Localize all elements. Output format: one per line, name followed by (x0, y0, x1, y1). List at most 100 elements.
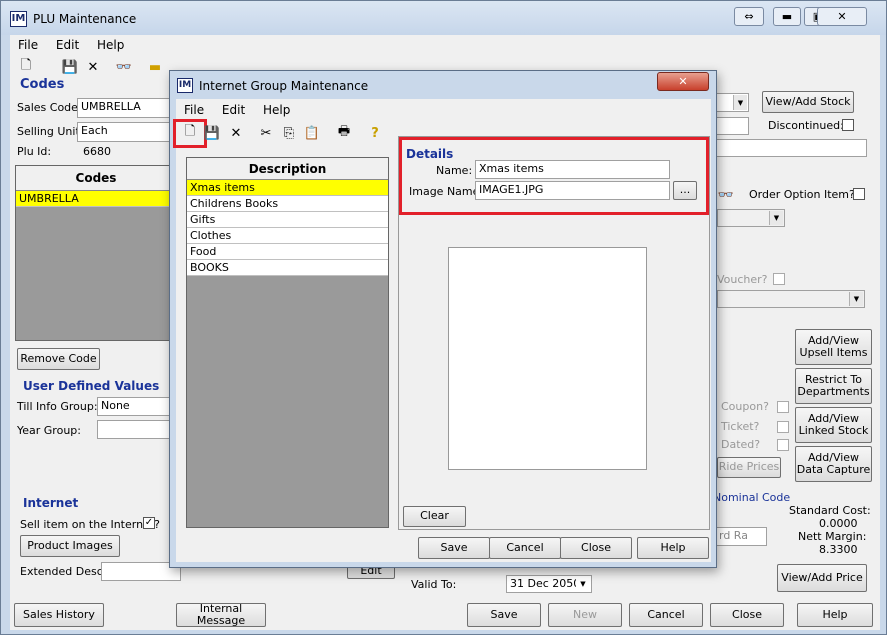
year-group-select[interactable] (97, 420, 177, 439)
paste-icon[interactable]: 📋 (303, 124, 321, 142)
udv-header: User Defined Values (23, 379, 160, 393)
view-add-stock-button[interactable]: View/Add Stock (762, 91, 854, 113)
data-capture-button[interactable]: Add/View Data Capture (795, 446, 872, 482)
selling-unit-label: Selling Unit: (17, 125, 84, 138)
description-row[interactable]: BOOKS (187, 260, 388, 276)
dialog-cancel-button[interactable]: Cancel (489, 537, 561, 559)
main-window-title: PLU Maintenance (33, 12, 137, 26)
description-row[interactable]: Childrens Books (187, 196, 388, 212)
order-option-checkbox[interactable] (853, 188, 865, 200)
dialog-save-button[interactable]: Save (418, 537, 490, 559)
browse-button[interactable]: ... (673, 181, 697, 200)
new-icon[interactable]: 🗋 (17, 58, 35, 76)
sales-code-input[interactable]: UMBRELLA (77, 98, 177, 118)
menu-file[interactable]: File (18, 38, 38, 52)
ride-prices-button[interactable]: Ride Prices (717, 457, 781, 478)
description-row[interactable]: Gifts (187, 212, 388, 228)
copy-icon[interactable]: ⎘ (280, 124, 298, 142)
dialog-help-button[interactable]: Help (637, 537, 709, 559)
till-info-label: Till Info Group: (17, 400, 98, 413)
dialog-menu-file[interactable]: File (184, 103, 204, 117)
discontinued-label: Discontinued: (768, 119, 844, 132)
main-menu-bar: File Edit Help (18, 38, 138, 52)
help-question-icon[interactable]: ? (366, 124, 384, 142)
order-option-combo[interactable]: ▼ (717, 209, 785, 227)
description-grid[interactable]: Description Xmas items Childrens Books Gif… (186, 157, 389, 528)
glasses-lookup-icon[interactable]: 👓 (717, 186, 735, 204)
cut-icon[interactable]: ✂ (257, 124, 275, 142)
glasses-icon[interactable]: 👓 (115, 58, 133, 76)
dated-checkbox[interactable] (777, 439, 789, 451)
nett-margin-label: Nett Margin: (798, 530, 867, 543)
codes-col-header: Codes (16, 166, 176, 191)
main-cancel-button[interactable]: Cancel (629, 603, 703, 627)
save-icon[interactable]: 💾 (61, 58, 79, 76)
view-add-price-button[interactable]: View/Add Price (777, 564, 867, 592)
discontinued-checkbox[interactable] (842, 119, 854, 131)
voucher-checkbox[interactable] (773, 273, 785, 285)
sales-history-button[interactable]: Sales History (14, 603, 104, 627)
dialog-menu-edit[interactable]: Edit (222, 103, 245, 117)
dialog-menu-help[interactable]: Help (263, 103, 290, 117)
nominal-code-tab[interactable]: Nominal Code (713, 491, 790, 504)
valid-to-date[interactable]: 31 Dec 2050 ▼ (506, 575, 592, 593)
restore-button[interactable]: ⇔ (734, 7, 764, 26)
description-row[interactable]: Food (187, 244, 388, 260)
internet-header: Internet (23, 496, 79, 510)
label-icon[interactable]: ▬ (146, 58, 164, 76)
till-info-select[interactable]: None (97, 397, 177, 416)
internet-group-dialog: IM Internet Group Maintenance ✕ File Edi… (169, 70, 717, 568)
coupon-label: Coupon? (721, 400, 769, 413)
chevron-down-icon: ▼ (576, 577, 590, 591)
upsell-items-button[interactable]: Add/View Upsell Items (795, 329, 872, 365)
voucher-combo[interactable]: ▼ (717, 290, 865, 308)
main-title-bar: IM PLU Maintenance ⇔ ▬ ▣ (1, 1, 886, 35)
image-name-label: Image Name: (409, 185, 484, 198)
main-close-form-button[interactable]: Close (710, 603, 784, 627)
description-col-header: Description (187, 158, 388, 180)
dialog-close-form-button[interactable]: Close (560, 537, 632, 559)
description-field[interactable] (701, 139, 867, 157)
internal-message-button[interactable]: Internal Message (176, 602, 266, 627)
image-name-input[interactable]: IMAGE1.JPG (475, 181, 670, 200)
ticket-checkbox[interactable] (777, 421, 789, 433)
chevron-down-icon: ▼ (769, 211, 783, 225)
coupon-checkbox[interactable] (777, 401, 789, 413)
name-input[interactable]: Xmas items (475, 160, 670, 179)
selling-unit-input[interactable]: Each (77, 122, 177, 142)
codes-grid[interactable]: Codes UMBRELLA (15, 165, 177, 341)
print-icon[interactable]: 🖶 (335, 124, 353, 142)
dialog-delete-icon[interactable]: ✕ (227, 124, 245, 142)
linked-stock-button[interactable]: Add/View Linked Stock (795, 407, 872, 443)
main-save-button[interactable]: Save (467, 603, 541, 627)
dialog-close-button[interactable]: ✕ (657, 72, 709, 91)
chevron-down-icon: ▼ (733, 95, 747, 110)
restrict-departments-button[interactable]: Restrict To Departments (795, 368, 872, 404)
order-option-label: Order Option Item? (749, 188, 855, 201)
main-help-button[interactable]: Help (797, 603, 873, 627)
plu-id-label: Plu Id: (17, 145, 52, 158)
main-new-button[interactable]: New (548, 603, 622, 627)
sell-online-checkbox[interactable]: ✓ (143, 517, 155, 529)
clear-button[interactable]: Clear (403, 506, 466, 527)
remove-code-button[interactable]: Remove Code (17, 348, 100, 370)
menu-help[interactable]: Help (97, 38, 124, 52)
rate-combo[interactable]: rd Ra (715, 527, 767, 546)
minimize-button[interactable]: ▬ (773, 7, 801, 26)
chevron-down-icon: ▼ (849, 292, 863, 306)
description-row[interactable]: Xmas items (187, 180, 388, 196)
details-header: Details (406, 147, 454, 161)
menu-edit[interactable]: Edit (56, 38, 79, 52)
valid-to-label: Valid To: (411, 578, 457, 591)
delete-icon[interactable]: ✕ (84, 58, 102, 76)
dialog-title: Internet Group Maintenance (199, 79, 369, 93)
dialog-save-icon[interactable]: 💾 (203, 124, 221, 142)
product-images-button[interactable]: Product Images (20, 535, 120, 557)
sales-code-label: Sales Code: (17, 101, 82, 114)
main-close-button[interactable]: ✕ (817, 7, 867, 26)
new-icon-highlight (173, 119, 207, 148)
description-row[interactable]: Clothes (187, 228, 388, 244)
app-logo-icon: IM (10, 11, 27, 27)
plu-id-value: 6680 (83, 145, 111, 158)
codes-row[interactable]: UMBRELLA (16, 191, 176, 207)
